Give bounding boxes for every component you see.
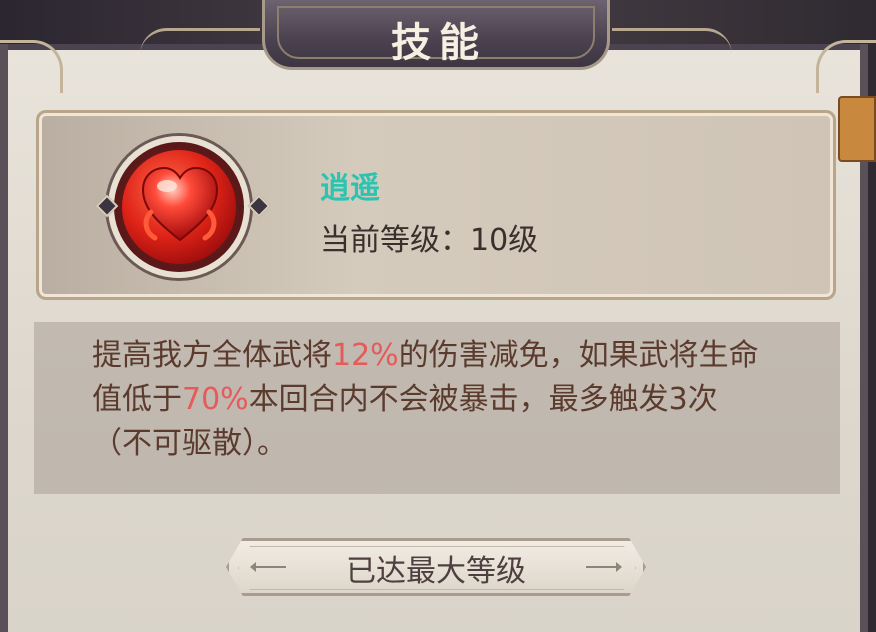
description-text-1: 提高我方全体武将 — [92, 338, 332, 373]
description-value-2: 70% — [182, 382, 249, 417]
max-level-button-label: 已达最大等级 — [346, 554, 526, 589]
skill-description: 提高我方全体武将12%的伤害减免，如果武将生命值低于70%本回合内不会被暴击，最… — [92, 334, 772, 466]
skill-level: 当前等级：10级 — [320, 223, 539, 258]
corner-ornament-right — [816, 40, 876, 93]
skill-name: 逍遥 — [320, 171, 380, 206]
dialog-title: 技能 — [391, 20, 487, 66]
side-tab[interactable] — [838, 96, 876, 162]
panel-border-left — [0, 44, 8, 632]
title-wing-left — [140, 28, 260, 55]
description-value-1: 12% — [332, 338, 399, 373]
title-plate: 技能 — [262, 0, 610, 70]
corner-ornament-left — [0, 40, 63, 93]
title-wing-right — [612, 28, 732, 55]
heart-icon — [141, 166, 219, 242]
